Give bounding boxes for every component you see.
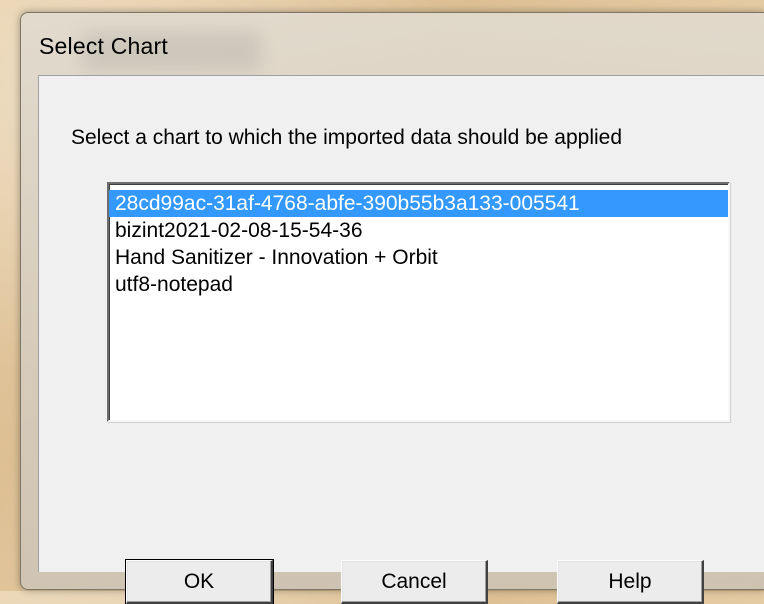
chart-list-item[interactable]: 28cd99ac-31af-4768-abfe-390b55b3a133-005… bbox=[109, 190, 728, 217]
help-button[interactable]: Help bbox=[557, 560, 704, 604]
cancel-button[interactable]: Cancel bbox=[341, 560, 488, 604]
dialog-title: Select Chart bbox=[39, 33, 168, 59]
chart-listbox[interactable]: 28cd99ac-31af-4768-abfe-390b55b3a133-005… bbox=[107, 182, 730, 422]
select-chart-dialog: Select Chart Select a chart to which the… bbox=[20, 12, 764, 604]
chart-list-item[interactable]: Hand Sanitizer - Innovation + Orbit bbox=[109, 244, 728, 271]
dialog-client-area: Select a chart to which the imported dat… bbox=[38, 75, 764, 604]
chart-list-item[interactable]: utf8-notepad bbox=[109, 271, 728, 298]
prompt-text: Select a chart to which the imported dat… bbox=[71, 126, 623, 149]
chart-list-item[interactable]: bizint2021-02-08-15-54-36 bbox=[109, 217, 728, 244]
ok-button[interactable]: OK bbox=[125, 559, 274, 604]
